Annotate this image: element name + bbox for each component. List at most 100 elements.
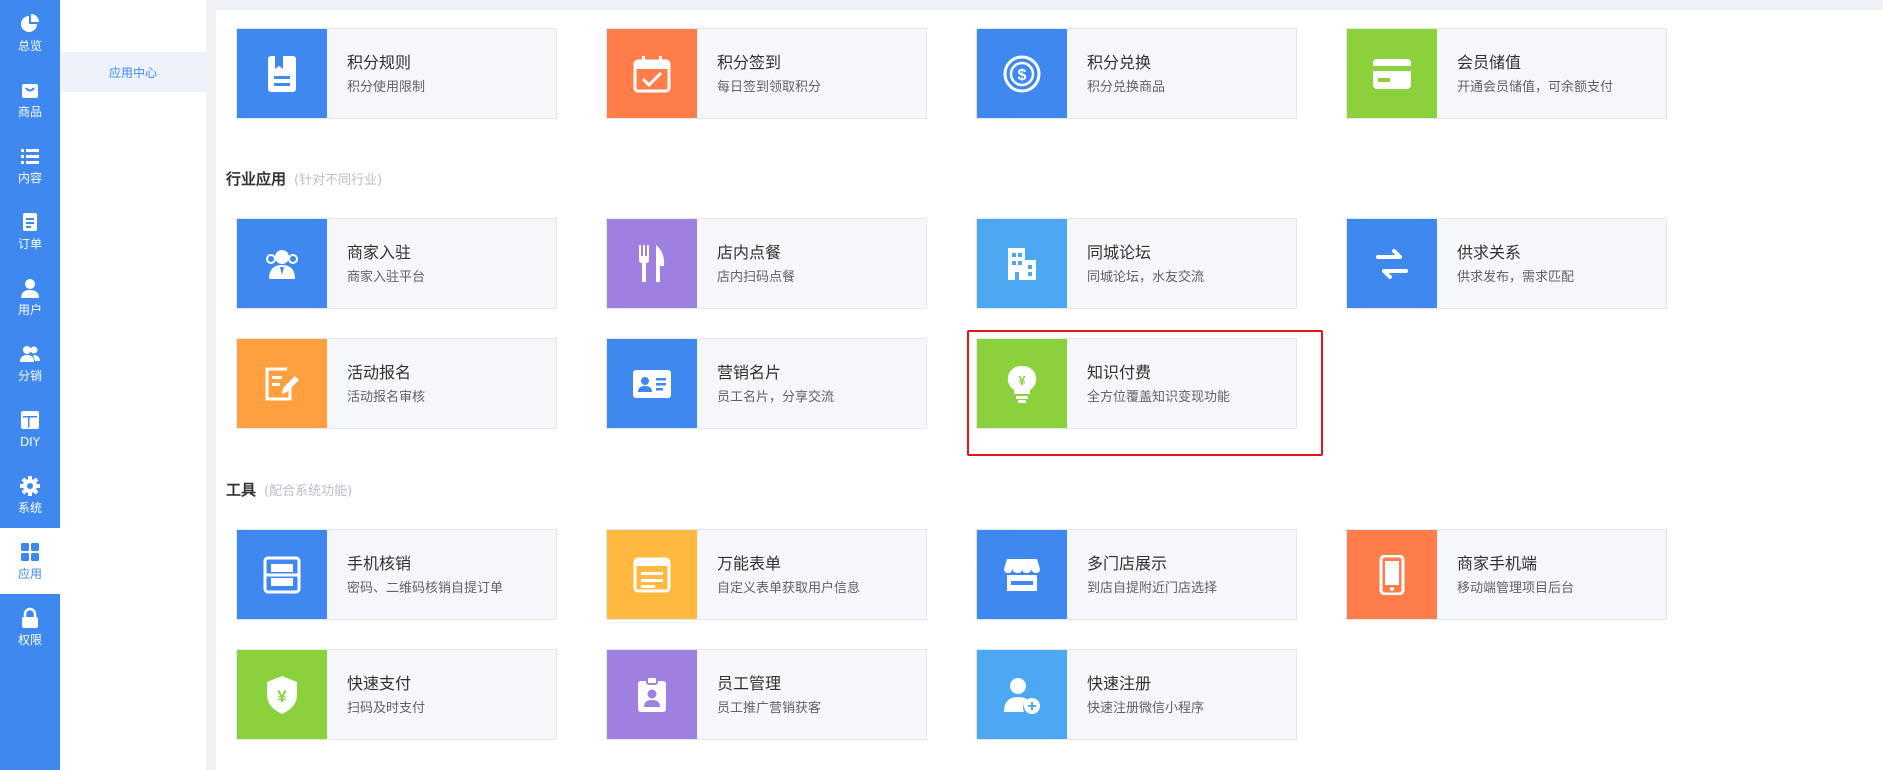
user-add-icon (977, 650, 1067, 739)
card-title: 活动报名 (347, 362, 412, 382)
card-desc: 到店自提附近门店选择 (1087, 580, 1218, 596)
pie-chart-icon (19, 13, 41, 35)
card-title: 营销名片 (717, 362, 782, 382)
card-desc: 移动端管理项目后台 (1457, 580, 1575, 596)
fork-knife-icon (607, 219, 697, 308)
app-center-content: 积分规则 积分使用限制 积分签到 每日签到领取积分 $ 积分兑换 积分兑换商品 … (216, 0, 1883, 770)
app-card-paid-knowledge[interactable]: ¥ 知识付费 全方位覆盖知识变现功能 (976, 338, 1297, 429)
svg-text:¥: ¥ (1018, 373, 1026, 388)
app-card-mobile-verify[interactable]: 手机核销 密码、二维码核销自提订单 (236, 529, 557, 620)
app-card-dine-in[interactable]: 店内点餐 店内扫码点餐 (606, 218, 927, 309)
nav-item-apps[interactable]: 应用 (0, 528, 60, 594)
card-title: 快速注册 (1087, 673, 1152, 693)
card-title: 万能表单 (717, 553, 782, 573)
nav-label-system: 系统 (17, 501, 42, 515)
app-card-quick-register[interactable]: 快速注册 快速注册微信小程序 (976, 649, 1297, 740)
order-doc-icon (19, 211, 41, 233)
layout-icon (19, 409, 41, 431)
submenu-item-app-center[interactable]: 应用中心 (60, 52, 206, 92)
phone-icon (1347, 530, 1437, 619)
card-desc: 密码、二维码核销自提订单 (347, 580, 504, 596)
card-title: 商家入驻 (347, 242, 412, 262)
nav-item-distribution[interactable]: 分销 (0, 330, 60, 396)
id-card-icon (607, 339, 697, 428)
card-desc: 积分兑换商品 (1087, 79, 1166, 95)
nav-item-content[interactable]: 内容 (0, 132, 60, 198)
card-title: 积分签到 (717, 52, 782, 72)
app-card-city-forum[interactable]: 同城论坛 同城论坛，水友交流 (976, 218, 1297, 309)
section-title-tools: 工具 (配合系统功能) (226, 479, 352, 500)
nav-label-goods: 商品 (17, 105, 42, 119)
card-title: 快速支付 (347, 673, 412, 693)
card-desc: 员工名片，分享交流 (717, 389, 835, 405)
badge-icon (607, 650, 697, 739)
app-card-points-exchange[interactable]: $ 积分兑换 积分兑换商品 (976, 28, 1297, 119)
card-title: 积分兑换 (1087, 52, 1152, 72)
app-card-supply-demand[interactable]: 供求关系 供求发布，需求匹配 (1346, 218, 1667, 309)
app-card-staff-manage[interactable]: 员工管理 员工推广营销获客 (606, 649, 927, 740)
svg-text:$: $ (1018, 67, 1027, 84)
dollar-coin-icon: $ (977, 29, 1067, 118)
card-title: 商家手机端 (1457, 553, 1538, 573)
secondary-menu: 应用中心 (60, 0, 206, 770)
nav-label-overview: 总览 (17, 39, 42, 53)
card-title: 店内点餐 (717, 242, 782, 262)
form-icon (607, 530, 697, 619)
nav-label-distribution: 分销 (17, 369, 42, 383)
card-desc: 活动报名审核 (347, 389, 426, 405)
section-subtitle: (针对不同行业) (294, 173, 383, 188)
section-title-industry: 行业应用 (针对不同行业) (226, 168, 382, 189)
app-card-event-signup[interactable]: 活动报名 活动报名审核 (236, 338, 557, 429)
card-title: 同城论坛 (1087, 242, 1152, 262)
nav-item-overview[interactable]: 总览 (0, 0, 60, 66)
nav-item-orders[interactable]: 订单 (0, 198, 60, 264)
shield-yen-icon: ¥ (237, 650, 327, 739)
swap-arrows-icon (1347, 219, 1437, 308)
app-card-multi-store[interactable]: 多门店展示 到店自提附近门店选择 (976, 529, 1297, 620)
card-desc: 店内扫码点餐 (717, 269, 796, 285)
card-title: 积分规则 (347, 52, 412, 72)
nav-item-users[interactable]: 用户 (0, 264, 60, 330)
app-card-merchant-mobile[interactable]: 商家手机端 移动端管理项目后台 (1346, 529, 1667, 620)
card-title: 会员储值 (1457, 52, 1522, 72)
list-icon (19, 145, 41, 167)
app-card-universal-form[interactable]: 万能表单 自定义表单获取用户信息 (606, 529, 927, 620)
nav-item-permissions[interactable]: 权限 (0, 594, 60, 660)
store-icon (977, 530, 1067, 619)
nav-item-goods[interactable]: 商品 (0, 66, 60, 132)
card-desc: 快速注册微信小程序 (1087, 700, 1205, 716)
card-desc: 每日签到领取积分 (717, 79, 822, 95)
lock-icon (19, 607, 41, 629)
app-card-points-checkin[interactable]: 积分签到 每日签到领取积分 (606, 28, 927, 119)
app-card-merchant-join[interactable]: 商家入驻 商家入驻平台 (236, 218, 557, 309)
bookmark-doc-icon (237, 29, 327, 118)
card-desc: 开通会员储值，可余额支付 (1457, 79, 1614, 95)
card-desc: 同城论坛，水友交流 (1087, 269, 1205, 285)
edit-form-icon (237, 339, 327, 428)
nav-item-diy[interactable]: DIY (0, 396, 60, 462)
card-desc: 全方位覆盖知识变现功能 (1087, 389, 1231, 405)
card-icon (1347, 29, 1437, 118)
card-desc: 供求发布，需求匹配 (1457, 269, 1575, 285)
calendar-check-icon (607, 29, 697, 118)
nav-label-permissions: 权限 (17, 633, 42, 647)
card-desc: 商家入驻平台 (347, 269, 426, 285)
building-icon (977, 219, 1067, 308)
gear-icon (19, 475, 41, 497)
app-card-member-recharge[interactable]: 会员储值 开通会员储值，可余额支付 (1346, 28, 1667, 119)
scan-icon (237, 530, 327, 619)
app-card-marketing-card[interactable]: 营销名片 员工名片，分享交流 (606, 338, 927, 429)
card-desc: 积分使用限制 (347, 79, 426, 95)
merchant-users-icon (237, 219, 327, 308)
bulb-yen-icon: ¥ (977, 339, 1067, 428)
main-sidebar: 总览 商品 内容 订单 用户 分销 DIY 系统 应用 权限 (0, 0, 60, 770)
app-card-quick-pay[interactable]: ¥ 快速支付 扫码及时支付 (236, 649, 557, 740)
app-card-points-rules[interactable]: 积分规则 积分使用限制 (236, 28, 557, 119)
shopping-bag-icon (19, 79, 41, 101)
users-icon (19, 343, 41, 365)
section-subtitle: (配合系统功能) (264, 484, 353, 499)
nav-label-orders: 订单 (17, 237, 42, 251)
card-desc: 员工推广营销获客 (717, 700, 822, 716)
nav-label-content: 内容 (17, 171, 42, 185)
nav-item-system[interactable]: 系统 (0, 462, 60, 528)
